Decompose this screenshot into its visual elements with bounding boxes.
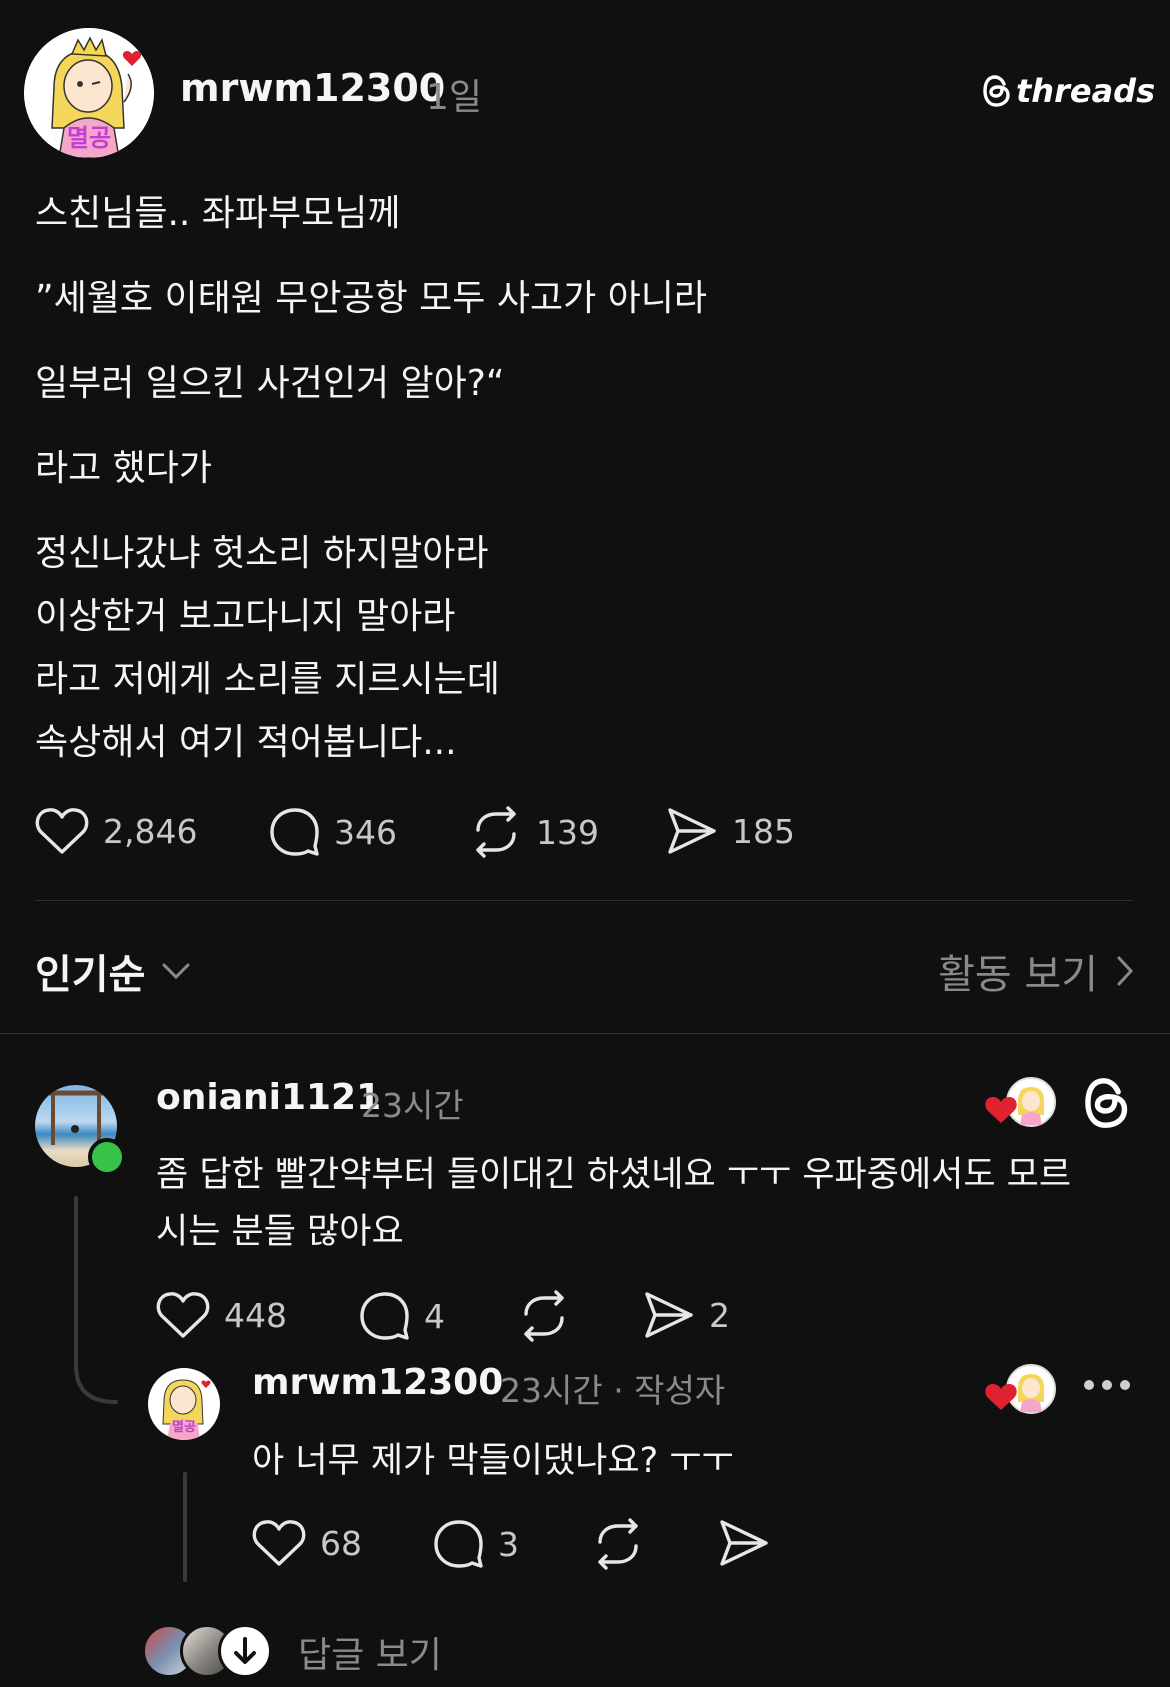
comment-bubble-icon bbox=[270, 808, 319, 856]
threads-wordmark: threads bbox=[1016, 72, 1156, 110]
like-count: 2,846 bbox=[103, 811, 198, 851]
view-replies-button[interactable]: 답글 보기 bbox=[142, 1620, 472, 1678]
share-button[interactable]: 185 bbox=[666, 806, 795, 856]
post-text-line: 일부러 일으킨 사건인거 알아?“ bbox=[35, 363, 505, 404]
view-replies-label: 답글 보기 bbox=[298, 1635, 442, 1676]
reply-comment-count: 3 bbox=[498, 1524, 519, 1564]
sort-label: 인기순 bbox=[35, 952, 146, 998]
post-divider bbox=[35, 900, 1133, 901]
online-status-dot bbox=[88, 1138, 126, 1176]
heart-icon bbox=[156, 1292, 210, 1338]
reply-comment-button[interactable]: 3 bbox=[432, 1518, 519, 1570]
threads-brand: threads bbox=[982, 72, 1155, 110]
post-text-line: 정신나갔냐 헛소리 하지말아라 bbox=[35, 533, 489, 574]
share-count: 185 bbox=[732, 811, 795, 851]
like-button[interactable]: 2,846 bbox=[35, 806, 197, 856]
post-author-name[interactable]: mrwm12300 bbox=[180, 66, 445, 110]
heart-icon bbox=[252, 1520, 306, 1566]
reply-repost-button[interactable] bbox=[518, 1290, 570, 1342]
send-icon bbox=[645, 1292, 693, 1338]
reply-comment-button[interactable]: 4 bbox=[358, 1290, 445, 1342]
reply-avatar[interactable]: 멸공 bbox=[148, 1368, 220, 1440]
send-icon bbox=[720, 1520, 768, 1566]
chevron-down-icon bbox=[162, 963, 190, 980]
reply-share-button[interactable]: 2 bbox=[643, 1290, 730, 1340]
expand-arrow-badge bbox=[218, 1624, 272, 1678]
author-liked-indicator bbox=[984, 1364, 1056, 1414]
more-options-icon[interactable] bbox=[1082, 1378, 1132, 1392]
view-activity-link[interactable]: 활동 보기 bbox=[938, 942, 1134, 1000]
post-text-line: 라고 저에게 소리를 지르시는데 bbox=[35, 659, 500, 700]
heart-filled-icon bbox=[985, 1097, 1017, 1123]
reply-time-author-badge: 23시간 · 작성자 bbox=[500, 1371, 726, 1410]
heart-filled-icon bbox=[985, 1384, 1017, 1410]
heart-icon bbox=[35, 808, 89, 854]
reply-text-line: 시는 분들 많아요 bbox=[156, 1212, 404, 1252]
post-text-line: 스친님들.. 좌파부모님께 bbox=[35, 193, 401, 234]
send-icon bbox=[668, 808, 716, 854]
post-time: 1일 bbox=[426, 77, 483, 118]
repost-count: 139 bbox=[536, 812, 599, 852]
comment-count: 346 bbox=[334, 812, 397, 852]
threads-logo-icon[interactable] bbox=[1082, 1076, 1132, 1130]
reply-text: 아 너무 제가 막들이댔나요? ㅜㅜ bbox=[252, 1441, 734, 1481]
post-text-line: 이상한거 보고다니지 말아라 bbox=[35, 596, 456, 637]
reply-text-line: 좀 답한 빨간약부터 들이대긴 하셨네요 ㅜㅜ 우파중에서도 모르 bbox=[156, 1155, 1072, 1195]
repost-icon bbox=[476, 806, 516, 858]
comment-bubble-icon bbox=[434, 1520, 483, 1568]
reply-comment-count: 4 bbox=[424, 1296, 445, 1336]
comment-bubble-icon bbox=[360, 1292, 409, 1340]
reply-share-button[interactable] bbox=[718, 1518, 770, 1568]
chevron-right-icon bbox=[1117, 956, 1134, 986]
reply-like-count: 68 bbox=[320, 1523, 362, 1563]
reply-time: 23시간 bbox=[361, 1086, 464, 1125]
repost-icon bbox=[598, 1518, 638, 1570]
repost-button[interactable]: 139 bbox=[470, 806, 599, 858]
author-avatar[interactable]: 멸공 bbox=[24, 28, 154, 158]
view-activity-label: 활동 보기 bbox=[938, 952, 1098, 998]
thread-connector-line bbox=[183, 1472, 187, 1582]
reply-like-button[interactable]: 68 bbox=[252, 1518, 362, 1568]
thread-connector-line bbox=[74, 1196, 118, 1404]
avatar-label: 멸공 bbox=[66, 124, 112, 152]
reply-author-name[interactable]: mrwm12300 bbox=[252, 1362, 503, 1403]
post-text-line: ”세월호 이태원 무안공항 모두 사고가 아니라 bbox=[35, 278, 708, 319]
comment-button[interactable]: 346 bbox=[268, 806, 397, 858]
repost-icon bbox=[524, 1290, 564, 1342]
arrow-down-icon bbox=[234, 1637, 256, 1664]
post-text-line: 라고 했다가 bbox=[35, 448, 213, 489]
post-text-line: 속상해서 여기 적어봅니다... bbox=[35, 722, 457, 763]
section-divider bbox=[0, 1033, 1170, 1034]
reply-repost-button[interactable] bbox=[592, 1518, 644, 1570]
reply-like-button[interactable]: 448 bbox=[156, 1290, 287, 1340]
avatar-label: 멸공 bbox=[172, 1420, 196, 1435]
sort-dropdown[interactable]: 인기순 bbox=[35, 942, 191, 1000]
reply-like-count: 448 bbox=[224, 1295, 287, 1335]
author-liked-indicator bbox=[984, 1077, 1056, 1127]
reply-share-count: 2 bbox=[709, 1295, 730, 1335]
threads-logo-icon bbox=[983, 75, 1010, 107]
reply-author-name[interactable]: oniani1121 bbox=[156, 1077, 381, 1118]
